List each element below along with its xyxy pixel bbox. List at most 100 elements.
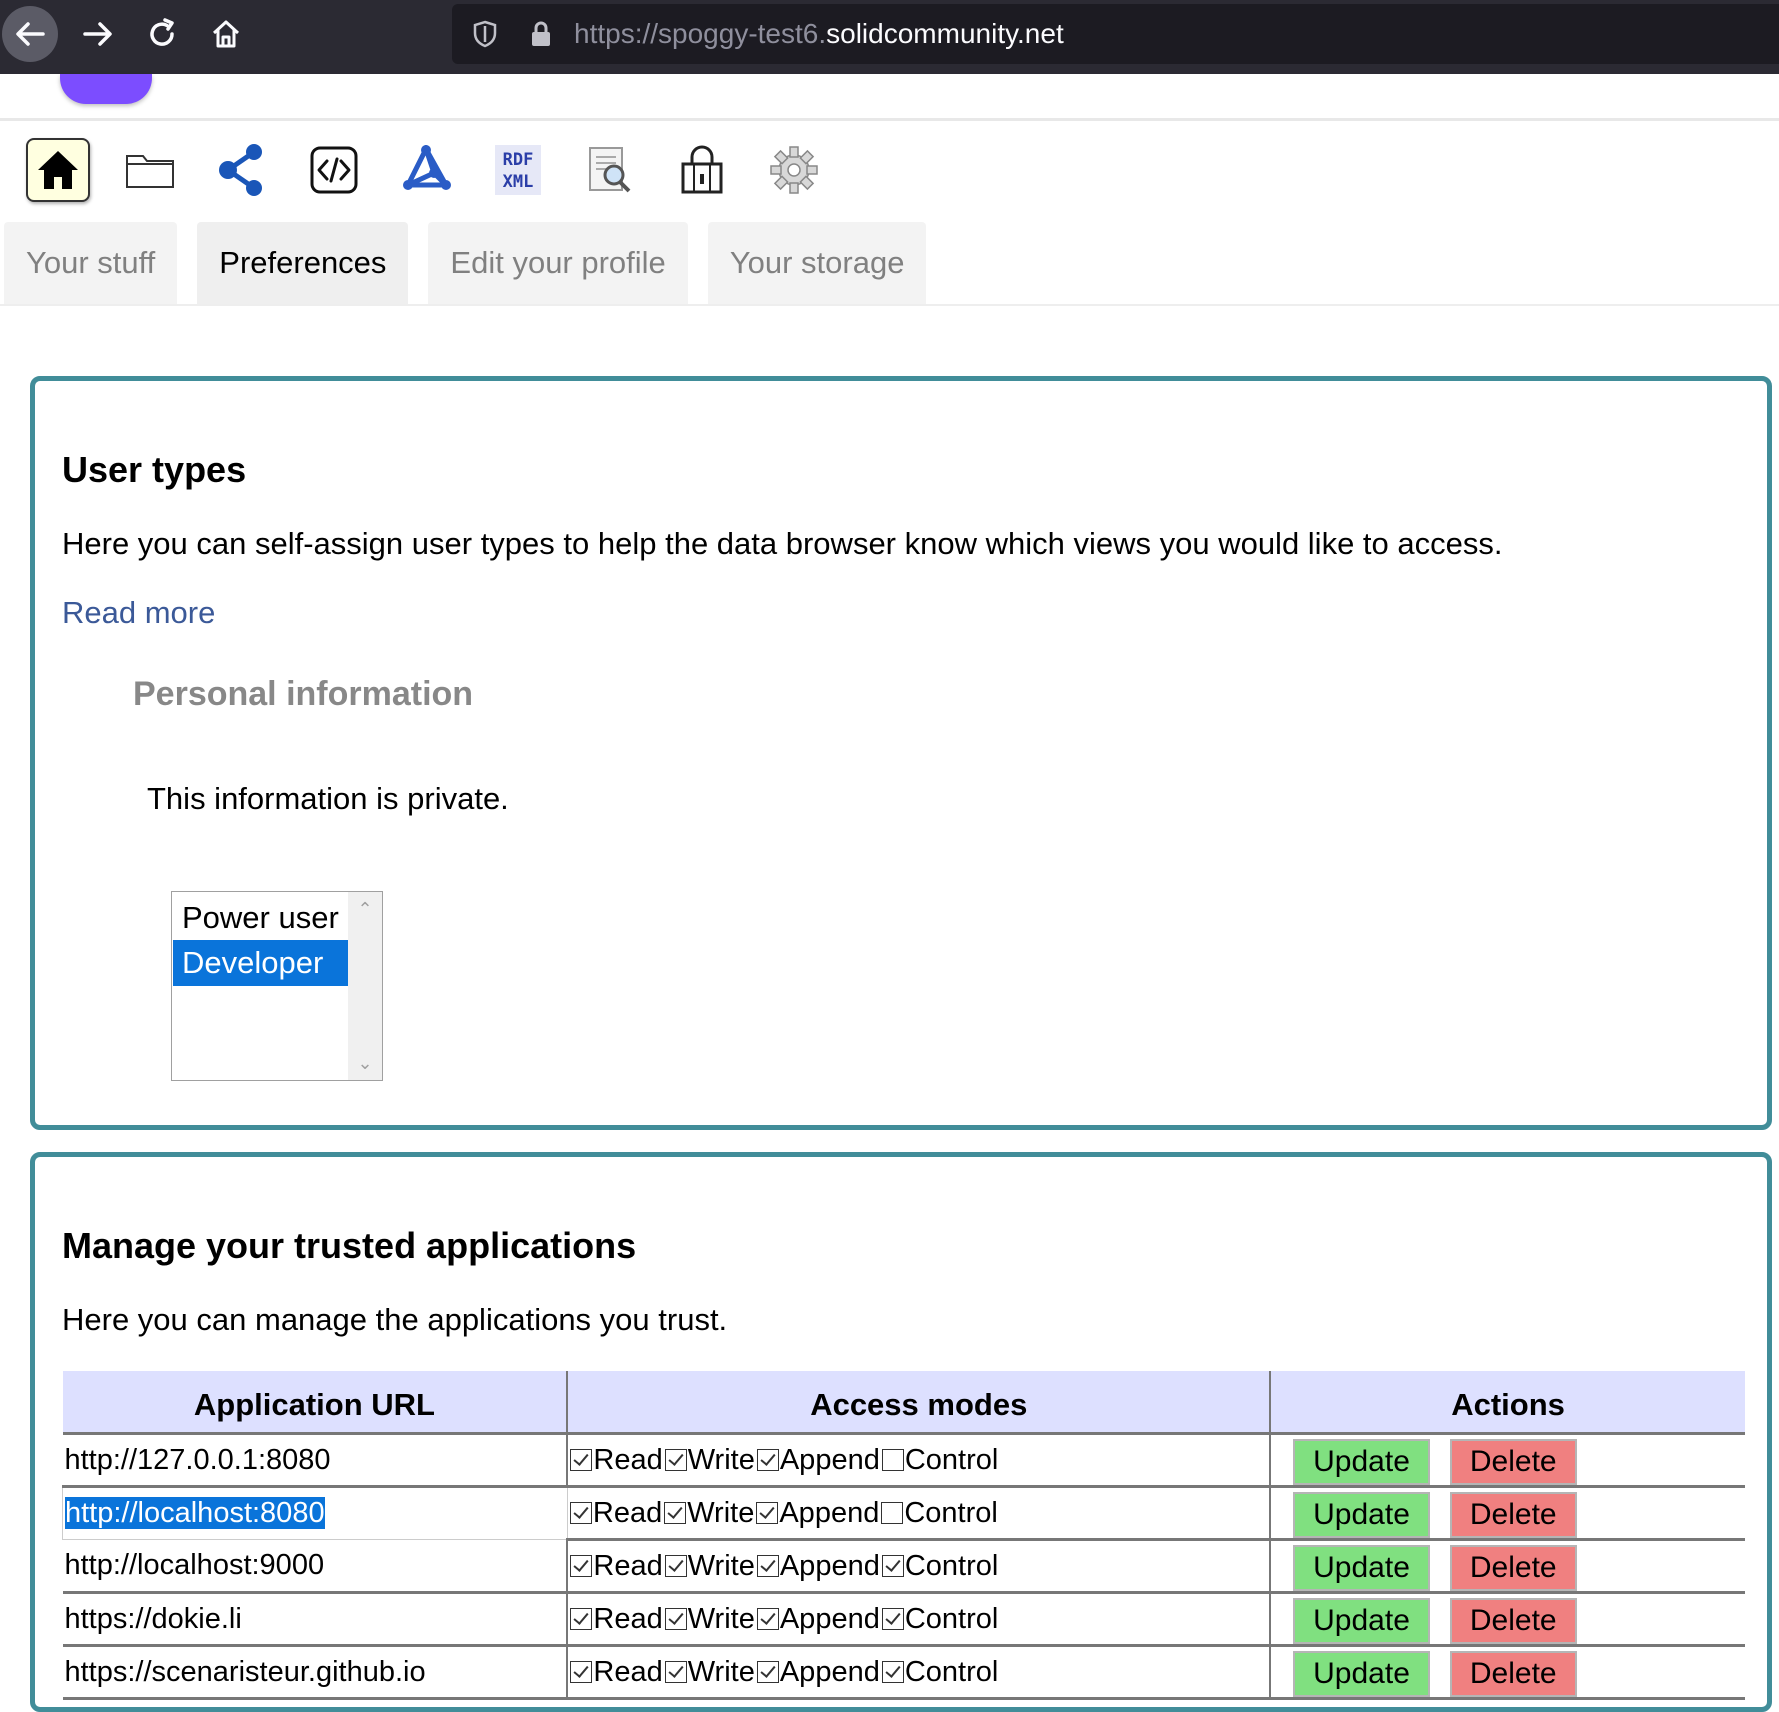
mode-checkbox-control[interactable]: [881, 1501, 904, 1524]
share-graph-icon: [219, 144, 262, 196]
trusted-apps-title: Manage your trusted applications: [62, 1225, 637, 1266]
update-button[interactable]: Update: [1293, 1438, 1430, 1485]
table-header-row: Application URL Access modes Actions: [62, 1371, 1745, 1435]
user-types-description: Here you can self-assign user types to h…: [62, 526, 1503, 561]
home-icon: [38, 151, 78, 189]
mode-checkbox-read[interactable]: [570, 1448, 593, 1471]
secure-lock-icon[interactable]: [526, 19, 556, 49]
user-types-panel: User types Here you can self-assign user…: [30, 376, 1772, 1130]
delete-button[interactable]: Delete: [1449, 1544, 1577, 1591]
mode-checkbox-append[interactable]: [756, 1607, 779, 1630]
mode-checkbox-write[interactable]: [664, 1501, 687, 1524]
home-button[interactable]: [198, 6, 254, 62]
user-type-option-power-user[interactable]: Power user: [173, 895, 348, 941]
table-row: http://127.0.0.1:8080 Read Write Append Cont…: [62, 1433, 1745, 1488]
rdf-xml-pane-button[interactable]: RDF XML: [486, 138, 550, 202]
rdf-xml-icon: RDF XML: [495, 145, 541, 195]
mode-label-control: Control: [904, 1655, 999, 1688]
update-button[interactable]: Update: [1293, 1491, 1430, 1538]
listbox-scrollbar[interactable]: ⌃ ⌄: [348, 892, 382, 1080]
rdf-label: RDF: [503, 150, 534, 170]
tab-your-storage[interactable]: Your storage: [707, 222, 927, 304]
app-url-field[interactable]: https://dokie.li: [62, 1592, 569, 1647]
read-more-link[interactable]: Read more: [62, 595, 215, 631]
settings-pane-button[interactable]: [762, 138, 826, 202]
mode-checkbox-control[interactable]: [881, 1448, 904, 1471]
mode-label-append: Append: [779, 1602, 880, 1635]
mode-label-read: Read: [593, 1443, 663, 1476]
mode-checkbox-append[interactable]: [756, 1554, 779, 1577]
mode-checkbox-read[interactable]: [570, 1660, 593, 1683]
mode-label-append: Append: [779, 1443, 880, 1476]
scroll-up-icon[interactable]: ⌃: [348, 896, 382, 922]
mode-label-write: Write: [687, 1655, 755, 1688]
delete-button[interactable]: Delete: [1449, 1438, 1577, 1485]
app-url-field[interactable]: http://127.0.0.1:8080: [62, 1433, 569, 1488]
folder-icon: [126, 155, 174, 188]
tab-your-stuff[interactable]: Your stuff: [4, 222, 178, 304]
mode-label-control: Control: [904, 1496, 998, 1529]
tab-edit-profile[interactable]: Edit your profile: [428, 222, 688, 304]
mode-checkbox-control[interactable]: [881, 1660, 904, 1683]
mode-checkbox-control[interactable]: [881, 1554, 904, 1577]
table-row: https://scenaristeur.github.io Read Write A…: [62, 1645, 1745, 1700]
header-divider: [0, 118, 1779, 121]
column-header-actions: Actions: [1270, 1371, 1745, 1435]
app-url-field[interactable]: https://scenaristeur.github.io: [62, 1645, 569, 1700]
reload-button[interactable]: [134, 6, 190, 62]
forward-button[interactable]: [70, 6, 126, 62]
address-bar[interactable]: https://spoggy-test6.solidcommunity.net: [452, 4, 1779, 64]
mode-label-write: Write: [687, 1496, 755, 1529]
mode-checkbox-read[interactable]: [569, 1501, 592, 1524]
mode-checkbox-append[interactable]: [756, 1660, 779, 1683]
mode-checkbox-append[interactable]: [756, 1501, 779, 1524]
network-pane-button[interactable]: [394, 138, 458, 202]
back-arrow-icon: [16, 22, 45, 46]
mode-checkbox-write[interactable]: [664, 1448, 687, 1471]
app-url-field[interactable]: http://localhost:8080: [62, 1486, 568, 1540]
mode-checkbox-read[interactable]: [570, 1554, 593, 1577]
sharing-pane-button[interactable]: [670, 138, 734, 202]
app-logo[interactable]: [60, 74, 152, 104]
mode-label-write: Write: [687, 1602, 755, 1635]
mode-label-append: Append: [779, 1549, 880, 1582]
user-type-option-developer[interactable]: Developer: [173, 940, 348, 986]
user-type-listbox[interactable]: Power user Developer ⌃ ⌄: [171, 891, 383, 1081]
lock-icon: [681, 145, 723, 194]
update-button[interactable]: Update: [1293, 1650, 1430, 1697]
forward-arrow-icon: [83, 22, 112, 46]
app-url-text: https://scenaristeur.github.io: [64, 1655, 426, 1688]
app-url-text: http://localhost:8080: [65, 1497, 325, 1529]
pane-icon-bar: RDF XML: [26, 134, 854, 206]
mode-checkbox-append[interactable]: [756, 1448, 779, 1471]
personal-info-heading: Personal information: [133, 675, 474, 713]
tab-preferences[interactable]: Preferences: [197, 222, 409, 304]
search-pane-button[interactable]: [578, 138, 642, 202]
update-button[interactable]: Update: [1293, 1544, 1430, 1591]
delete-button[interactable]: Delete: [1449, 1650, 1577, 1697]
tracking-shield-icon[interactable]: [470, 19, 500, 49]
access-modes-cell: Read Write Append Control: [567, 1433, 1272, 1488]
table-row: http://localhost:8080 Read Write Append Cont…: [62, 1486, 1745, 1541]
update-button[interactable]: Update: [1293, 1597, 1430, 1644]
trusted-apps-panel: Manage your trusted applications Here yo…: [30, 1152, 1772, 1712]
scroll-down-icon[interactable]: ⌄: [348, 1050, 382, 1076]
mode-checkbox-read[interactable]: [570, 1607, 593, 1630]
table-row: https://dokie.li Read Write Append Control Up…: [62, 1592, 1745, 1647]
app-url-field[interactable]: http://localhost:9000: [62, 1539, 569, 1594]
mode-checkbox-write[interactable]: [664, 1554, 687, 1577]
folder-pane-button[interactable]: [118, 138, 182, 202]
mode-checkbox-write[interactable]: [664, 1660, 687, 1683]
mode-label-write: Write: [687, 1443, 755, 1476]
actions-cell: Update Delete: [1270, 1592, 1745, 1647]
mode-checkbox-control[interactable]: [881, 1607, 904, 1630]
delete-button[interactable]: Delete: [1449, 1491, 1577, 1538]
source-pane-button[interactable]: [302, 138, 366, 202]
mode-checkbox-write[interactable]: [664, 1607, 687, 1630]
column-header-access-modes: Access modes: [567, 1371, 1272, 1435]
mode-label-control: Control: [904, 1549, 999, 1582]
back-button[interactable]: [2, 6, 58, 62]
delete-button[interactable]: Delete: [1449, 1597, 1577, 1644]
home-pane-button[interactable]: [26, 138, 90, 202]
social-pane-button[interactable]: [210, 138, 274, 202]
